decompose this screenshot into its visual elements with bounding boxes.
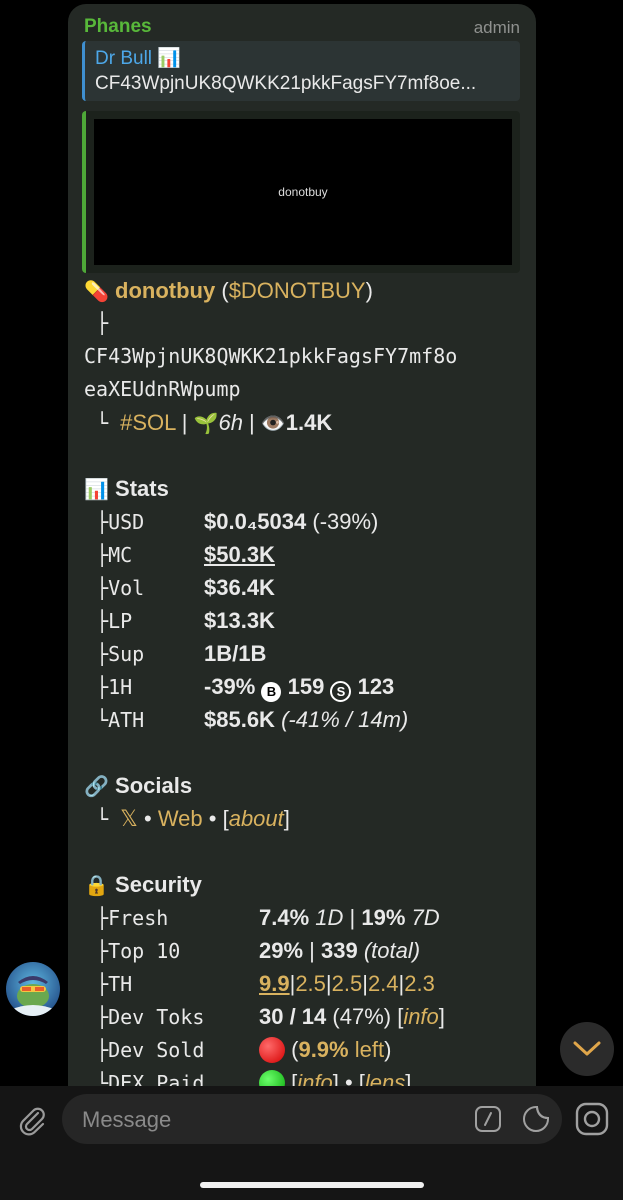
holder-link-1[interactable]: 9.9 [259,971,290,996]
link-preview[interactable]: donotbuy [82,111,520,273]
token-age: 6h [218,410,243,435]
about-link[interactable]: about [229,806,284,831]
home-indicator [200,1182,424,1188]
preview-image[interactable]: donotbuy [94,119,512,265]
tree-branch: ├ [96,311,109,335]
dev-info-link[interactable]: info [403,1004,438,1029]
sticker-button[interactable] [522,1105,550,1133]
stat-row-ath: └ATH $85.6K (-41% / 14m) [96,707,409,732]
buy-icon: B [261,682,282,702]
camera-icon [575,1102,609,1136]
lock-icon: 🔒 [84,875,109,897]
scroll-down-button[interactable] [560,1022,614,1076]
token-name-link[interactable]: donotbuy [115,278,215,303]
chain-link[interactable]: #SOL [120,410,175,435]
stat-row-lp: ├LP $13.3K [84,604,529,637]
stat-row-vol: ├Vol $36.4K [84,571,529,604]
message-bubble[interactable]: Phanes admin Dr Bull 📊 CF43WpjnUK8QWKK21… [68,4,536,1104]
security-row-fresh: ├Fresh 7.4% 1D | 19% 7D [96,905,440,930]
market-cap-link[interactable]: $50.3K [204,538,275,571]
chart-icon: 📊 [84,479,109,501]
commands-button[interactable] [474,1105,502,1133]
sender-avatar[interactable] [6,962,60,1016]
sprout-icon: 🌱 [193,413,219,435]
view-count: 1.4K [285,410,333,435]
stats-heading: 📊 Stats [84,476,169,501]
sell-count: 123 [357,674,395,699]
stat-row-mc: ├MC $50.3K [84,538,529,571]
holder-link-5[interactable]: 2.3 [404,971,435,996]
token-address-line-1[interactable]: CF43WpjnUK8QWKK21pkkFagsFY7mf8o [84,340,529,373]
sender-name[interactable]: Phanes [84,16,152,38]
stat-row-1h: ├1H -39% B 159 S 123 [84,670,529,703]
stat-row-sup: ├Sup 1B/1B [84,637,529,670]
token-ticker-link[interactable]: $DONOTBUY [229,278,366,303]
change-1h: -39% [204,674,256,699]
supply-value: 1B/1B [204,641,267,666]
token-title-row: 💊 donotbuy ($DONOTBUY) [84,278,373,303]
security-row-devsold: ├Dev Sold (9.9% left) [96,1037,392,1063]
sender-role: admin [473,18,520,37]
liquidity-value: $13.3K [204,608,275,633]
message-field[interactable] [62,1094,562,1146]
token-meta-row: └ #SOL | 🌱6h | 👁️1.4K [96,410,333,435]
token-address-line-2[interactable]: eaXEUdnRWpump [84,373,529,406]
chevron-down-icon [573,1041,601,1056]
reply-author: Dr Bull 📊 [95,48,181,69]
holder-link-2[interactable]: 2.5 [295,971,326,996]
sticker-icon [523,1106,549,1132]
security-row-top10: ├Top 10 29% | 339 (total) [96,938,421,963]
link-icon: 🔗 [84,776,109,798]
reply-text: CF43WpjnUK8QWKK21pkkFagsFY7mf8oe... [95,73,477,94]
buy-count: 159 [287,674,325,699]
price-usd: $0.0₄5034 [204,509,307,534]
holder-link-4[interactable]: 2.4 [368,971,399,996]
message-input[interactable] [80,1094,464,1146]
paperclip-icon [19,1107,45,1136]
slash-command-icon [475,1106,501,1132]
security-row-devtoks: ├Dev Toks 30 / 14 (47%) [info] [96,1004,445,1029]
red-circle-icon [259,1037,285,1063]
socials-links: └ 𝕏 • Web • [about] [96,806,290,831]
reply-quote[interactable]: Dr Bull 📊 CF43WpjnUK8QWKK21pkkFagsFY7mf8… [82,41,520,101]
x-link[interactable]: 𝕏 [120,806,138,831]
preview-label: donotbuy [278,185,328,199]
eye-icon: 👁️ [260,413,286,435]
holder-link-3[interactable]: 2.5 [332,971,363,996]
message-content: 💊 donotbuy ($DONOTBUY) ├ CF43WpjnUK8QWKK… [84,274,529,1099]
volume-value: $36.4K [204,575,275,600]
camera-button[interactable] [573,1100,611,1138]
web-link[interactable]: Web [158,806,203,831]
sell-icon: S [330,681,352,702]
security-row-th: ├TH 9.9|2.5|2.5|2.4|2.3 [96,971,435,996]
attach-button[interactable] [12,1100,52,1140]
security-heading: 🔒 Security [84,872,202,897]
socials-heading: 🔗 Socials [84,773,193,798]
ath-value: $85.6K [204,707,275,732]
pill-icon: 💊 [84,281,109,303]
stat-row-usd: ├USD $0.0₄5034 (-39%) [96,509,379,534]
